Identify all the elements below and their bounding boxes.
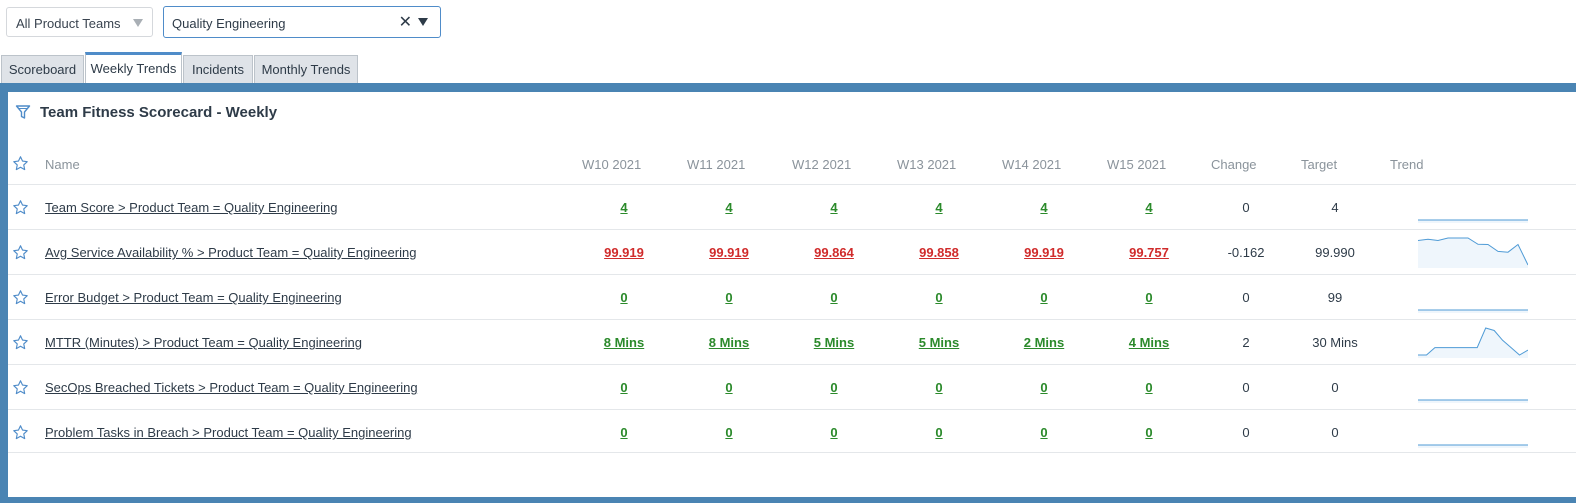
week-value-link[interactable]: 0 — [594, 380, 654, 395]
column-header-week[interactable]: W11 2021 — [687, 157, 745, 172]
week-value-link[interactable]: 0 — [804, 290, 864, 305]
week-value-link[interactable]: 8 Mins — [699, 335, 759, 350]
week-value-link[interactable]: 4 — [594, 200, 654, 215]
week-value-link[interactable]: 4 — [909, 200, 969, 215]
star-outline-icon[interactable] — [12, 379, 29, 401]
indicator-name-link[interactable]: Avg Service Availability % > Product Tea… — [45, 245, 416, 260]
week-value-link[interactable]: 0 — [909, 290, 969, 305]
star-outline-icon[interactable] — [12, 289, 29, 311]
table-row: Problem Tasks in Breach > Product Team =… — [8, 409, 1576, 455]
week-value-link[interactable]: 0 — [1119, 425, 1179, 440]
scorecard-panel: Team Fitness Scorecard - Weekly Name W10… — [8, 92, 1576, 497]
week-value-link[interactable]: 0 — [699, 380, 759, 395]
trend-sparkline — [1418, 444, 1528, 448]
scorecard-title: Team Fitness Scorecard - Weekly — [40, 104, 278, 121]
week-value-link[interactable]: 0 — [804, 425, 864, 440]
indicator-name-link[interactable]: MTTR (Minutes) > Product Team = Quality … — [45, 335, 362, 350]
table-row: Avg Service Availability % > Product Tea… — [8, 229, 1576, 275]
change-value: 2 — [1242, 335, 1250, 350]
tab-weekly-trends[interactable]: Weekly Trends — [85, 52, 182, 84]
indicator-name-link[interactable]: Team Score > Product Team = Quality Engi… — [45, 200, 337, 215]
table-row: Error Budget > Product Team = Quality En… — [8, 274, 1576, 320]
indicator-name-link[interactable]: SecOps Breached Tickets > Product Team =… — [45, 380, 418, 395]
change-value: 0 — [1242, 425, 1250, 440]
tab-monthly-trends[interactable]: Monthly Trends — [254, 55, 358, 84]
week-value-link[interactable]: 0 — [1014, 380, 1074, 395]
caret-down-icon[interactable] — [418, 18, 428, 26]
week-value-link[interactable]: 0 — [804, 380, 864, 395]
indicator-name-link[interactable]: Problem Tasks in Breach > Product Team =… — [45, 425, 412, 440]
star-outline-icon[interactable] — [12, 244, 29, 266]
week-value-link[interactable]: 99.919 — [1014, 245, 1074, 260]
target-value: 30 Mins — [1312, 335, 1358, 350]
column-header-week[interactable]: W15 2021 — [1107, 157, 1166, 172]
star-outline-icon[interactable] — [12, 424, 29, 446]
week-value-link[interactable]: 4 — [1014, 200, 1074, 215]
product-team-select[interactable]: Quality Engineering ✕ — [163, 6, 441, 38]
target-value: 0 — [1331, 425, 1339, 440]
week-value-link[interactable]: 4 — [1119, 200, 1179, 215]
column-header-week[interactable]: W10 2021 — [582, 157, 641, 172]
tab-incidents[interactable]: Incidents — [183, 55, 253, 84]
trend-sparkline — [1418, 327, 1528, 358]
trend-sparkline — [1418, 219, 1528, 223]
target-value: 99.990 — [1315, 245, 1355, 260]
trend-sparkline — [1418, 309, 1528, 313]
week-value-link[interactable]: 0 — [699, 425, 759, 440]
indicator-name-link[interactable]: Error Budget > Product Team = Quality En… — [45, 290, 342, 305]
star-outline-icon[interactable] — [12, 155, 29, 177]
change-value: 0 — [1242, 290, 1250, 305]
week-value-link[interactable]: 4 Mins — [1119, 335, 1179, 350]
table-row: Team Score > Product Team = Quality Engi… — [8, 184, 1576, 230]
week-value-link[interactable]: 5 Mins — [804, 335, 864, 350]
table-bottom-border — [8, 452, 1576, 453]
trend-sparkline — [1418, 399, 1528, 403]
product-team-group-value: All Product Teams — [16, 16, 121, 31]
change-value: 0 — [1242, 380, 1250, 395]
week-value-link[interactable]: 4 — [699, 200, 759, 215]
change-value: -0.162 — [1227, 245, 1265, 260]
week-value-link[interactable]: 0 — [699, 290, 759, 305]
week-value-link[interactable]: 0 — [909, 380, 969, 395]
caret-down-icon — [133, 19, 143, 27]
week-value-link[interactable]: 0 — [1119, 380, 1179, 395]
week-value-link[interactable]: 0 — [1014, 425, 1074, 440]
target-value: 4 — [1331, 200, 1339, 215]
column-header-name[interactable]: Name — [45, 157, 80, 172]
week-value-link[interactable]: 0 — [1119, 290, 1179, 305]
week-value-link[interactable]: 99.757 — [1119, 245, 1179, 260]
week-value-link[interactable]: 0 — [594, 425, 654, 440]
week-value-link[interactable]: 99.864 — [804, 245, 864, 260]
week-value-link[interactable]: 4 — [804, 200, 864, 215]
target-value: 0 — [1331, 380, 1339, 395]
trend-sparkline — [1418, 237, 1528, 268]
week-value-link[interactable]: 99.919 — [594, 245, 654, 260]
column-header-trend: Trend — [1390, 157, 1424, 172]
week-value-link[interactable]: 99.858 — [909, 245, 969, 260]
tab-scoreboard[interactable]: Scoreboard — [1, 55, 84, 84]
week-value-link[interactable]: 5 Mins — [909, 335, 969, 350]
close-icon[interactable]: ✕ — [399, 15, 412, 31]
week-value-link[interactable]: 0 — [594, 290, 654, 305]
change-value: 0 — [1242, 200, 1250, 215]
star-outline-icon[interactable] — [12, 334, 29, 356]
filter-icon[interactable] — [15, 104, 31, 125]
week-value-link[interactable]: 8 Mins — [594, 335, 654, 350]
column-header-week[interactable]: W13 2021 — [897, 157, 956, 172]
column-header-target[interactable]: Target — [1301, 157, 1337, 172]
table-row: SecOps Breached Tickets > Product Team =… — [8, 364, 1576, 410]
column-header-week[interactable]: W14 2021 — [1002, 157, 1061, 172]
column-header-week[interactable]: W12 2021 — [792, 157, 851, 172]
table-row: MTTR (Minutes) > Product Team = Quality … — [8, 319, 1576, 365]
product-team-group-select[interactable]: All Product Teams — [6, 7, 153, 37]
column-header-change[interactable]: Change — [1211, 157, 1257, 172]
week-value-link[interactable]: 0 — [909, 425, 969, 440]
week-value-link[interactable]: 2 Mins — [1014, 335, 1074, 350]
week-value-link[interactable]: 99.919 — [699, 245, 759, 260]
product-team-value: Quality Engineering — [172, 16, 286, 31]
target-value: 99 — [1327, 290, 1343, 305]
star-outline-icon[interactable] — [12, 199, 29, 221]
week-value-link[interactable]: 0 — [1014, 290, 1074, 305]
